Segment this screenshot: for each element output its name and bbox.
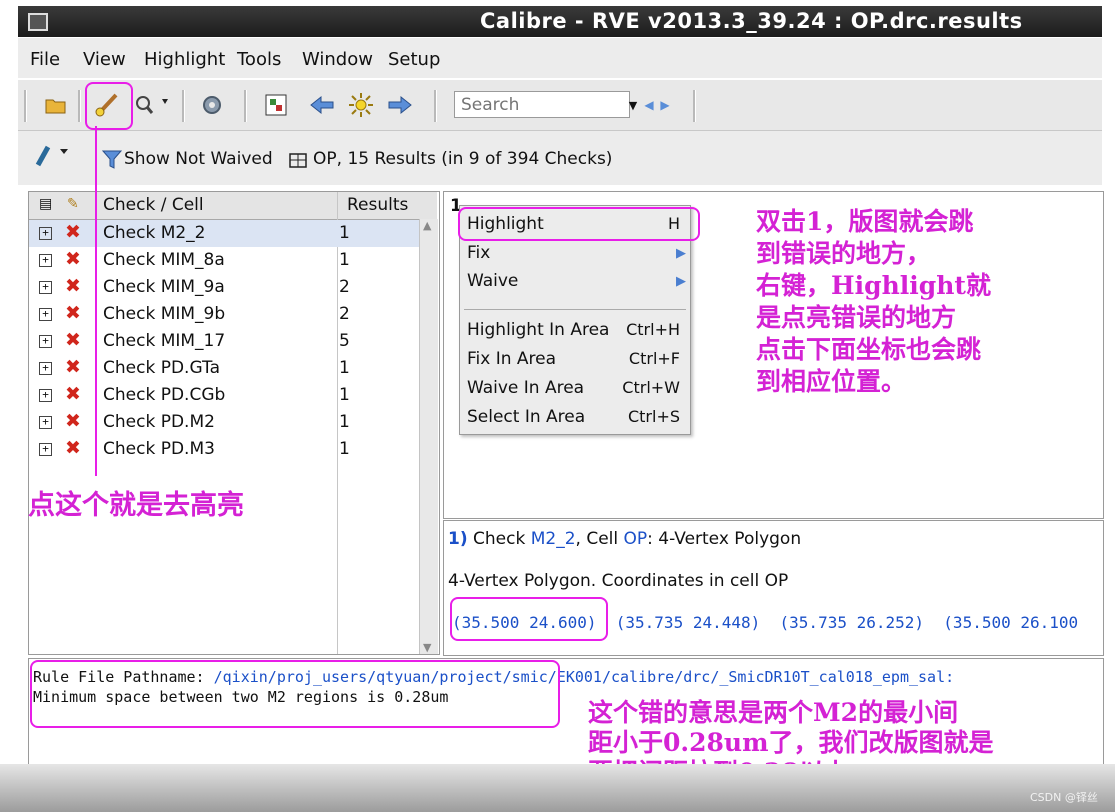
expand-icon[interactable]: +	[39, 227, 52, 240]
check-row[interactable]: + ✖ Check MIM_8a 1	[29, 247, 419, 274]
menu-item-select-in-area[interactable]: Select In Area Ctrl+S	[460, 404, 690, 432]
expand-icon[interactable]: +	[39, 281, 52, 294]
expand-icon[interactable]: +	[39, 362, 52, 375]
layout-view-icon[interactable]	[262, 91, 290, 119]
search-prev-icon[interactable]: ◀	[642, 91, 656, 119]
header-waive-icon[interactable]: ✎	[67, 196, 79, 212]
watermark-area	[620, 796, 1100, 810]
coordinate-link[interactable]: (35.735 26.252)	[780, 613, 925, 632]
filter-funnel-icon[interactable]	[102, 145, 122, 173]
annotation-box-clear-highlight	[85, 82, 133, 130]
menu-separator	[464, 309, 686, 310]
menu-item-fix-in-area[interactable]: Fix In Area Ctrl+F	[460, 346, 690, 374]
check-row[interactable]: + ✖ Check MIM_17 5	[29, 328, 419, 355]
scroll-up-icon[interactable]: ▲	[423, 219, 431, 232]
annotation-pointer-line	[95, 126, 97, 476]
annotation-box-highlight	[458, 207, 700, 241]
error-x-icon: ✖	[65, 329, 81, 351]
search-input[interactable]	[454, 91, 630, 118]
menu-setup[interactable]: Setup	[388, 49, 440, 70]
watermark: CSDN @铎丝	[1030, 791, 1098, 804]
submenu-arrow-icon: ▶	[676, 246, 686, 261]
window-titlebar: Calibre - RVE v2013.3_39.24 : OP.drc.res…	[18, 6, 1102, 37]
menu-item-waive[interactable]: Waive ▶	[460, 268, 690, 296]
error-x-icon: ✖	[65, 383, 81, 405]
check-link[interactable]: M2_2	[531, 529, 576, 549]
expand-icon[interactable]: +	[39, 389, 52, 402]
expand-icon[interactable]: +	[39, 335, 52, 348]
menu-view[interactable]: View	[83, 49, 126, 70]
checks-tree-header: ▤ ✎ Check / Cell Results	[29, 192, 437, 220]
detail-heading: 1) Check M2_2, Cell OP: 4-Vertex Polygon	[448, 529, 802, 549]
results-table-icon	[288, 146, 308, 174]
check-row[interactable]: + ✖ Check PD.GTa 1	[29, 355, 419, 382]
window-menu-icon[interactable]	[28, 13, 48, 31]
menu-highlight[interactable]: Highlight	[144, 49, 225, 70]
cell-link[interactable]: OP	[624, 529, 648, 549]
search-next-icon[interactable]: ▶	[658, 91, 672, 119]
check-row[interactable]: + ✖ Check PD.M3 1	[29, 436, 419, 463]
settings-gear-icon[interactable]	[198, 91, 226, 119]
results-summary: OP, 15 Results (in 9 of 394 Checks)	[313, 149, 613, 169]
annotation-box-coordinate	[450, 597, 608, 641]
menu-file[interactable]: File	[30, 49, 60, 70]
menu-tools[interactable]: Tools	[237, 49, 281, 70]
checks-scrollbar[interactable]: ▲ ▼	[419, 219, 438, 654]
window-title: Calibre - RVE v2013.3_39.24 : OP.drc.res…	[480, 9, 1023, 33]
check-row[interactable]: + ✖ Check MIM_9b 2	[29, 301, 419, 328]
pen-dropdown-icon[interactable]	[32, 141, 72, 169]
menu-item-waive-in-area[interactable]: Waive In Area Ctrl+W	[460, 375, 690, 403]
error-x-icon: ✖	[65, 356, 81, 378]
error-x-icon: ✖	[65, 302, 81, 324]
highlight-sun-icon[interactable]	[346, 91, 376, 119]
menu-window[interactable]: Window	[302, 49, 373, 70]
check-row[interactable]: + ✖ Check MIM_9a 2	[29, 274, 419, 301]
scroll-down-icon[interactable]: ▼	[423, 641, 431, 654]
coordinate-link[interactable]: (35.735 24.448)	[616, 613, 761, 632]
expand-icon[interactable]: +	[39, 254, 52, 267]
open-folder-icon[interactable]	[42, 91, 70, 119]
annotation-text-left: 点这个就是去高亮	[28, 490, 244, 521]
check-row[interactable]: + ✖ Check PD.CGb 1	[29, 382, 419, 409]
next-arrow-icon[interactable]	[386, 91, 414, 119]
column-header-results[interactable]: Results	[347, 195, 408, 215]
zoom-dropdown-icon[interactable]	[130, 91, 174, 119]
expand-icon[interactable]: +	[39, 308, 52, 321]
menu-item-fix[interactable]: Fix ▶	[460, 240, 690, 268]
column-header-check-cell[interactable]: Check / Cell	[103, 195, 204, 215]
error-x-icon: ✖	[65, 275, 81, 297]
submenu-arrow-icon: ▶	[676, 274, 686, 289]
check-row[interactable]: + ✖ Check PD.M2 1	[29, 409, 419, 436]
search-dropdown-icon[interactable]: ▼	[624, 91, 642, 119]
error-x-icon: ✖	[65, 221, 81, 243]
error-x-icon: ✖	[65, 410, 81, 432]
coordinate-link[interactable]: (35.500 26.100	[943, 613, 1078, 632]
error-x-icon: ✖	[65, 437, 81, 459]
detail-description: 4-Vertex Polygon. Coordinates in cell OP	[448, 571, 789, 591]
filter-bar: Show Not Waived OP, 15 Results (in 9 of …	[18, 131, 1102, 185]
menu-bar: File View Highlight Tools Window Setup	[18, 38, 1102, 78]
menu-item-highlight-in-area[interactable]: Highlight In Area Ctrl+H	[460, 317, 690, 345]
annotation-text-right: 双击1，版图就会跳 到错误的地方， 右键，Highlight就 是点亮错误的地方…	[756, 207, 991, 396]
show-not-waived-filter[interactable]: Show Not Waived	[124, 149, 273, 169]
header-sort-icon[interactable]: ▤	[39, 196, 52, 212]
checks-tree-panel: ▤ ✎ Check / Cell Results + ✖ Check M2_2 1 …	[28, 191, 440, 655]
error-x-icon: ✖	[65, 248, 81, 270]
previous-arrow-icon[interactable]	[308, 91, 336, 119]
expand-icon[interactable]: +	[39, 443, 52, 456]
annotation-box-rule	[30, 660, 560, 728]
expand-icon[interactable]: +	[39, 416, 52, 429]
check-row[interactable]: + ✖ Check M2_2 1	[29, 220, 419, 247]
toolbar: ▼ ◀ ▶	[18, 80, 1102, 131]
